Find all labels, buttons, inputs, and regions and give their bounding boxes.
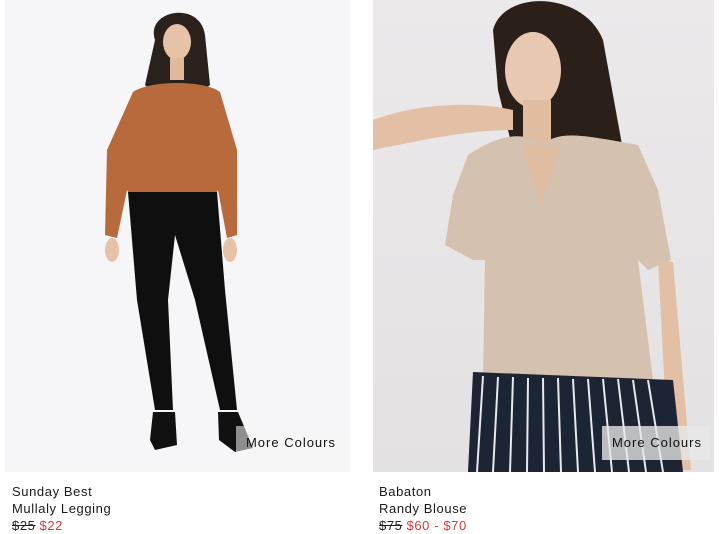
product-brand[interactable]: Babaton [379, 483, 714, 500]
original-price: $25 [12, 518, 36, 533]
product-info: Babaton Randy Blouse $75 $60 - $70 [373, 472, 714, 534]
product-card-mullaly-legging[interactable]: More Colours Sunday Best Mullaly Legging… [5, 0, 350, 534]
model-photo-illustration [105, 12, 253, 452]
product-image-mullaly-legging[interactable]: More Colours [5, 0, 350, 472]
more-colours-button[interactable]: More Colours [601, 426, 710, 460]
more-colours-button[interactable]: More Colours [235, 426, 344, 460]
sale-price: $60 - $70 [406, 518, 467, 533]
model-photo-illustration [373, 1, 691, 472]
product-card-randy-blouse[interactable]: More Colours Babaton Randy Blouse $75 $60… [373, 0, 714, 534]
product-info: Sunday Best Mullaly Legging $25 $22 [5, 472, 350, 534]
product-image-randy-blouse[interactable]: More Colours [373, 0, 714, 472]
product-price: $25 $22 [12, 517, 350, 534]
product-price: $75 $60 - $70 [379, 517, 714, 534]
product-brand[interactable]: Sunday Best [12, 483, 350, 500]
original-price: $75 [379, 518, 403, 533]
product-name[interactable]: Mullaly Legging [12, 500, 350, 517]
sale-price: $22 [39, 518, 63, 533]
product-name[interactable]: Randy Blouse [379, 500, 714, 517]
